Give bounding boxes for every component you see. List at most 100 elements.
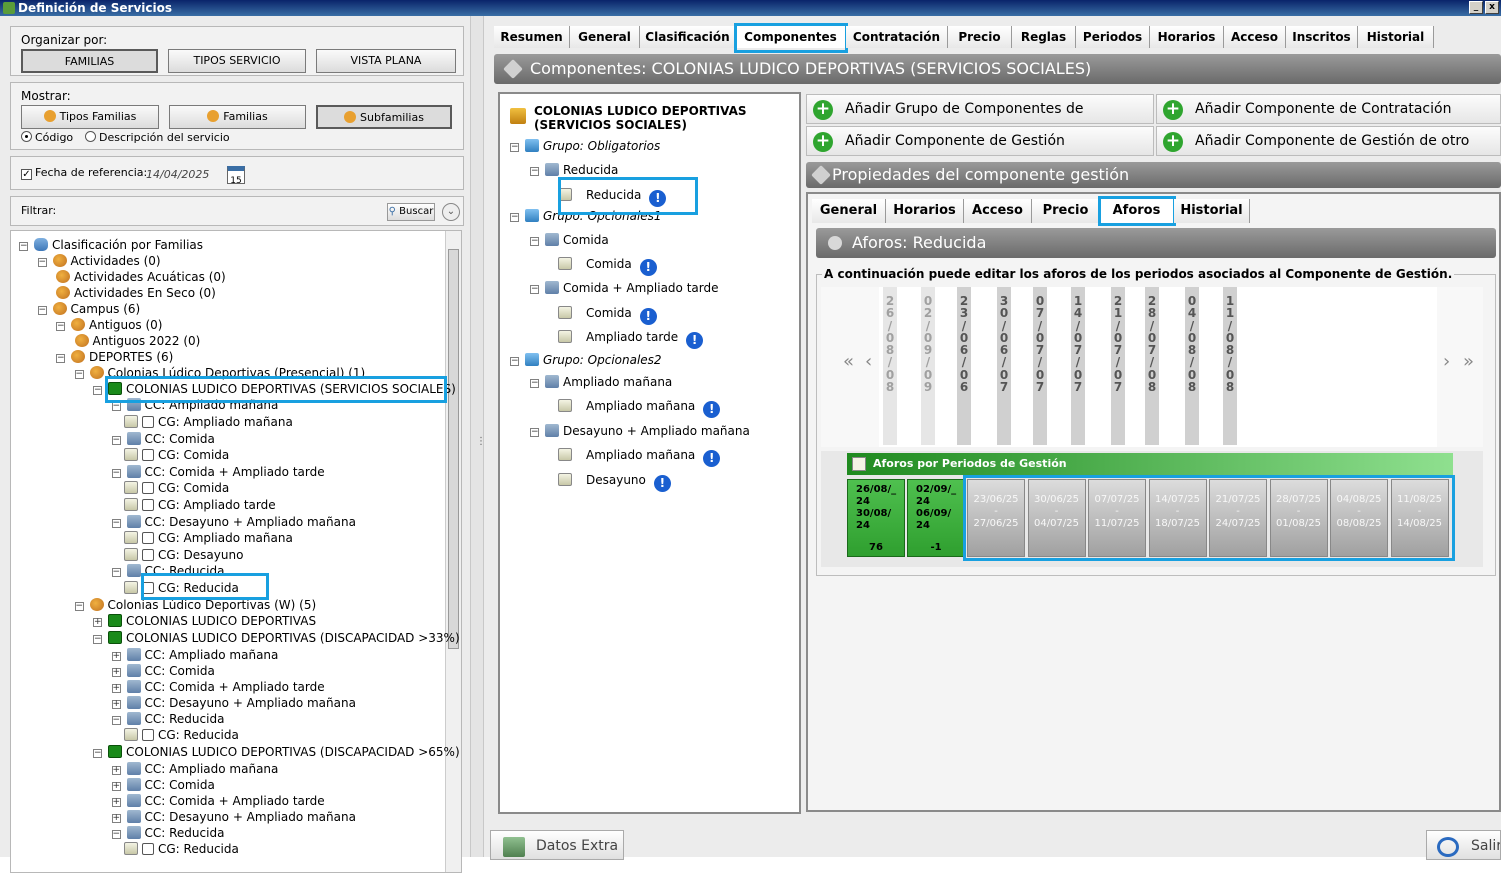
expand-icon[interactable]: + xyxy=(93,618,102,627)
aforo-cell-inactive[interactable]: 21/07/25-24/07/25 xyxy=(1209,479,1267,557)
checkbox-icon[interactable] xyxy=(142,549,154,561)
tree-node[interactable]: + CC: Ampliado mañana xyxy=(111,761,278,777)
tree-node[interactable]: + CC: Comida + Ampliado tarde xyxy=(111,679,325,695)
tree-node[interactable]: Actividades En Seco (0) xyxy=(56,285,216,301)
collapse-icon[interactable]: − xyxy=(111,402,121,411)
add-componente-gestion-button[interactable]: + Añadir Componente de Gestión xyxy=(806,126,1154,156)
tree-node[interactable]: CG: Reducida xyxy=(124,727,239,743)
component-node[interactable]: Comida! xyxy=(558,254,657,276)
tab-reglas[interactable]: Reglas xyxy=(1012,26,1076,48)
tree-node[interactable]: Antiguos 2022 (0) xyxy=(74,333,200,349)
date-column[interactable]: 2 6 / 0 8 / 0 8 xyxy=(883,287,897,445)
subtab-historial[interactable]: Historial xyxy=(1174,199,1250,223)
tree-node[interactable]: − CC: Comida + Ampliado tarde xyxy=(111,464,325,480)
component-node[interactable]: − Comida + Ampliado tarde xyxy=(530,278,719,298)
tree-node[interactable]: CG: Comida xyxy=(124,480,229,496)
component-node[interactable]: Reducida! xyxy=(558,185,667,207)
component-node[interactable]: Ampliado mañana! xyxy=(558,396,721,418)
collapse-icon[interactable]: − xyxy=(530,167,539,176)
aforo-cell-inactive[interactable]: 11/08/25-14/08/25 xyxy=(1390,479,1449,557)
first-page-icon[interactable]: « xyxy=(843,351,854,372)
tab-componentes[interactable]: Componentes xyxy=(736,26,846,48)
tree-node[interactable]: − Antiguos (0) xyxy=(56,317,162,333)
tree-node[interactable]: + CC: Comida xyxy=(111,663,215,679)
tree-node[interactable]: − COLONIAS LUDICO DEPORTIVAS (DISCAPACIDA… xyxy=(93,744,460,760)
tree-node[interactable]: + CC: Comida + Ampliado tarde xyxy=(111,793,325,809)
checkbox-icon[interactable] xyxy=(142,482,154,494)
tipos-familias-button[interactable]: Tipos Familias xyxy=(21,105,159,129)
tab-historial[interactable]: Historial xyxy=(1358,26,1434,48)
component-node[interactable]: − Desayuno + Ampliado mañana xyxy=(530,421,750,441)
tree-node[interactable]: + CC: Comida xyxy=(111,777,215,793)
tab-acceso[interactable]: Acceso xyxy=(1224,26,1286,48)
tab-horarios[interactable]: Horarios xyxy=(1150,26,1224,48)
tree-node[interactable]: + CC: Ampliado mañana xyxy=(111,647,278,663)
collapse-icon[interactable]: − xyxy=(530,428,539,437)
splitter[interactable]: ⋮ xyxy=(470,16,486,857)
component-group[interactable]: − Grupo: Opcionales1 xyxy=(510,206,662,226)
aforo-cell-inactive[interactable]: 23/06/25-27/06/25 xyxy=(967,479,1025,557)
aforo-cell-inactive[interactable]: 07/07/25-11/07/25 xyxy=(1088,479,1146,557)
date-column[interactable]: 2 8 / 0 7 / 0 8 xyxy=(1145,287,1159,445)
collapse-icon[interactable]: − xyxy=(111,716,121,725)
checkbox-icon[interactable] xyxy=(142,582,154,594)
aforo-value[interactable]: 76 xyxy=(848,542,904,554)
tree-node[interactable]: − COLONIAS LUDICO DEPORTIVAS (DISCAPACIDA… xyxy=(93,630,460,646)
tab-general[interactable]: General xyxy=(570,26,640,48)
date-column[interactable]: 2 3 / 0 6 / 0 6 xyxy=(957,287,971,445)
tab-resumen[interactable]: Resumen xyxy=(494,26,570,48)
component-node[interactable]: Comida! xyxy=(558,303,657,325)
checkbox-icon[interactable] xyxy=(142,843,154,855)
date-column[interactable]: 0 2 / 0 9 / 0 9 xyxy=(921,287,935,445)
tree-node[interactable]: + CC: Desayuno + Ampliado mañana xyxy=(111,695,356,711)
date-column[interactable]: 1 1 / 0 8 / 0 8 xyxy=(1223,287,1237,445)
tree-node[interactable]: CG: Comida xyxy=(124,447,229,463)
collapse-icon[interactable]: − xyxy=(93,386,102,395)
date-column[interactable]: 3 0 / 0 6 / 0 7 xyxy=(997,287,1011,445)
tree-node[interactable]: − CC: Ampliado mañana xyxy=(111,397,278,413)
tab-periodos[interactable]: Periodos xyxy=(1076,26,1150,48)
tree-node[interactable]: − Colonias Lúdico Deportivas (Presencial)… xyxy=(74,365,365,381)
familias-button[interactable]: FAMILIAS xyxy=(21,49,158,73)
add-gestion-otro-servicio-button[interactable]: +Añadir Componente de Gestión de otro se… xyxy=(1156,126,1501,177)
add-componente-contratacion-button[interactable]: + Añadir Componente de Contratación xyxy=(1156,94,1501,124)
collapse-icon[interactable]: − xyxy=(56,322,65,331)
checkbox-icon[interactable] xyxy=(142,449,154,461)
expand-icon[interactable]: + xyxy=(111,700,121,709)
minimize-button[interactable]: _ xyxy=(1469,1,1483,14)
subtab-general[interactable]: General xyxy=(812,199,886,223)
radio-codigo[interactable]: Código xyxy=(21,131,73,144)
date-column[interactable]: 0 7 / 0 7 / 0 7 xyxy=(1033,287,1047,445)
collapse-icon[interactable]: − xyxy=(530,285,539,294)
tree-node[interactable]: CG: Ampliado tarde xyxy=(124,497,276,513)
close-button[interactable]: x xyxy=(1485,1,1499,14)
tree-node[interactable]: − CC: Reducida xyxy=(111,711,224,727)
checkbox-icon[interactable] xyxy=(142,729,154,741)
aforo-value[interactable]: -1 xyxy=(908,542,964,554)
chevron-down-icon[interactable]: ⌄ xyxy=(442,203,460,221)
expand-icon[interactable]: + xyxy=(111,684,121,693)
tree-node[interactable]: − CC: Reducida xyxy=(111,563,224,579)
subfamilias-button[interactable]: Subfamilias xyxy=(316,105,452,129)
family-tree[interactable]: − Clasificación por Familias − Actividades … xyxy=(10,230,462,873)
salir-button[interactable]: Salir xyxy=(1426,830,1501,860)
component-node[interactable]: − Ampliado mañana xyxy=(530,372,672,392)
fecha-checkbox[interactable]: ✓ Fecha de referencia: xyxy=(21,166,147,180)
expand-icon[interactable]: + xyxy=(111,766,121,775)
tipos-servicio-button[interactable]: TIPOS SERVICIO xyxy=(168,49,306,73)
aforo-cell-inactive[interactable]: 30/06/25-04/07/25 xyxy=(1027,479,1086,557)
aforo-cell-inactive[interactable]: 14/07/25-18/07/25 xyxy=(1148,479,1207,557)
aforo-cell-active[interactable]: 26/08/_ 24 30/08/24 76 xyxy=(847,479,905,557)
tree-node[interactable]: − COLONIAS LUDICO DEPORTIVAS (SERVICIOS S… xyxy=(93,381,456,397)
collapse-icon[interactable]: − xyxy=(93,749,102,758)
expand-icon[interactable]: + xyxy=(111,668,121,677)
collapse-icon[interactable]: − xyxy=(111,568,121,577)
tree-node[interactable]: Actividades Acuáticas (0) xyxy=(56,269,226,285)
collapse-icon[interactable]: − xyxy=(37,258,47,267)
calendar-icon[interactable]: 15 xyxy=(227,166,245,186)
subtab-aforos[interactable]: Aforos xyxy=(1100,199,1174,223)
aforo-cell-active[interactable]: 02/09/_ 24 06/09/24 -1 xyxy=(907,479,965,557)
tab-clasificación[interactable]: Clasificación xyxy=(640,26,736,48)
fecha-input[interactable]: 14/04/2025 xyxy=(146,168,209,181)
tree-scrollbar-thumb[interactable] xyxy=(448,249,459,649)
